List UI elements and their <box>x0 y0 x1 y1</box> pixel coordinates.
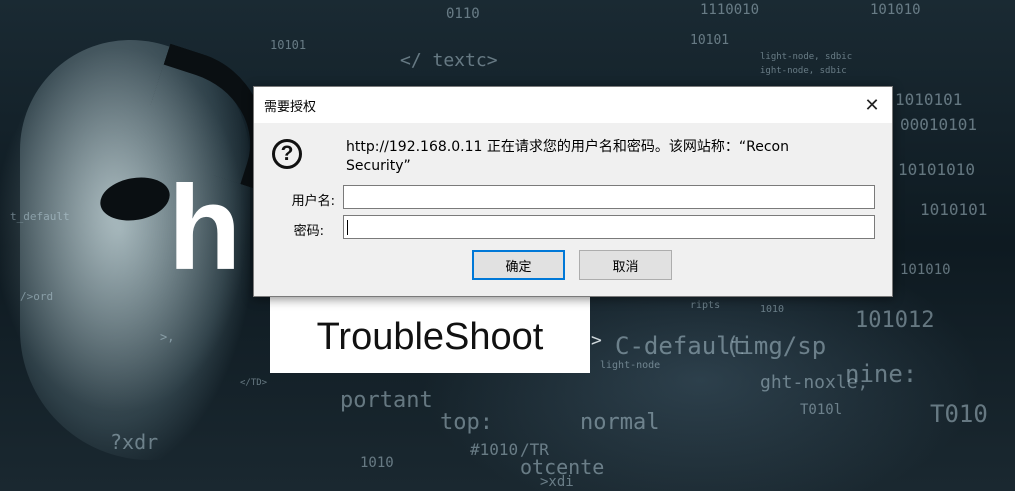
bg-code-text: 00010101 <box>900 115 978 134</box>
site-title: TroubleShoot <box>316 315 544 358</box>
auth-dialog: 需要授权 ✕ ? http://192.168.0.11 正在请求您的用户名和密… <box>253 86 893 297</box>
bg-code-text: top: <box>440 410 493 435</box>
close-icon: ✕ <box>864 94 880 116</box>
username-label: 用户名: <box>291 194 335 209</box>
bg-code-text: 1010 <box>760 304 785 315</box>
bg-code-text: >, <box>160 330 175 344</box>
bg-code-text: 10101 <box>270 38 307 52</box>
bg-code-text: T010 <box>930 400 988 428</box>
bg-code-text: ?xdr <box>110 430 159 454</box>
bg-code-text: 101010 <box>870 2 921 18</box>
question-glyph: ? <box>280 142 294 165</box>
bg-code-text: /TR <box>520 440 549 459</box>
bg-code-text: 10101 <box>690 33 730 48</box>
bg-code-text: >xdi <box>540 474 574 490</box>
dialog-title: 需要授权 <box>264 100 317 115</box>
bg-code-text: normal <box>580 410 660 435</box>
bg-code-text: light-node, sdbic <box>760 52 853 62</box>
bg-code-text: light-node <box>600 360 661 371</box>
text-caret <box>347 220 348 235</box>
bg-code-text: ripts <box>690 300 721 311</box>
site-logo-letter: h <box>168 161 242 295</box>
bg-code-text: 0110 <box>446 6 480 22</box>
close-button[interactable]: ✕ <box>852 87 892 123</box>
bg-code-text: t_default <box>10 210 70 223</box>
bg-code-text: nine: <box>845 360 918 388</box>
bg-code-text: />ord <box>20 290 54 303</box>
bg-code-text: 1010101 <box>895 90 963 109</box>
bg-code-text: #1010 <box>470 440 519 459</box>
username-field[interactable] <box>343 185 875 209</box>
password-label: 密码: <box>293 224 324 239</box>
bg-code-text: 1010101 <box>920 200 988 219</box>
bg-code-text: 101012 <box>855 308 935 333</box>
auth-message: http://192.168.0.11 正在请求您的用户名和密码。该网站称：“R… <box>346 139 789 174</box>
bg-code-text: 1110010 <box>700 2 760 18</box>
bg-code-text: T010l <box>800 402 843 418</box>
ok-button[interactable]: 确定 <box>472 250 565 280</box>
bg-code-text: ight-node, sdbic <box>760 66 847 76</box>
bg-code-text: 1010 <box>360 455 394 471</box>
bg-code-text: (img/sp <box>725 332 827 360</box>
bg-code-text: portant <box>340 388 433 413</box>
bg-code-text: </TD> <box>240 378 268 388</box>
arrow-glyph: > <box>591 330 602 351</box>
question-icon: ? <box>272 139 302 169</box>
bg-code-text: </ textc> <box>400 50 498 71</box>
bg-code-text: 101010 <box>900 262 951 278</box>
password-field[interactable] <box>343 215 875 239</box>
cancel-button[interactable]: 取消 <box>579 250 672 280</box>
site-title-banner: TroubleShoot <box>270 297 590 373</box>
bg-code-text: 10101010 <box>898 160 976 179</box>
dialog-titlebar: 需要授权 ✕ <box>254 87 892 123</box>
